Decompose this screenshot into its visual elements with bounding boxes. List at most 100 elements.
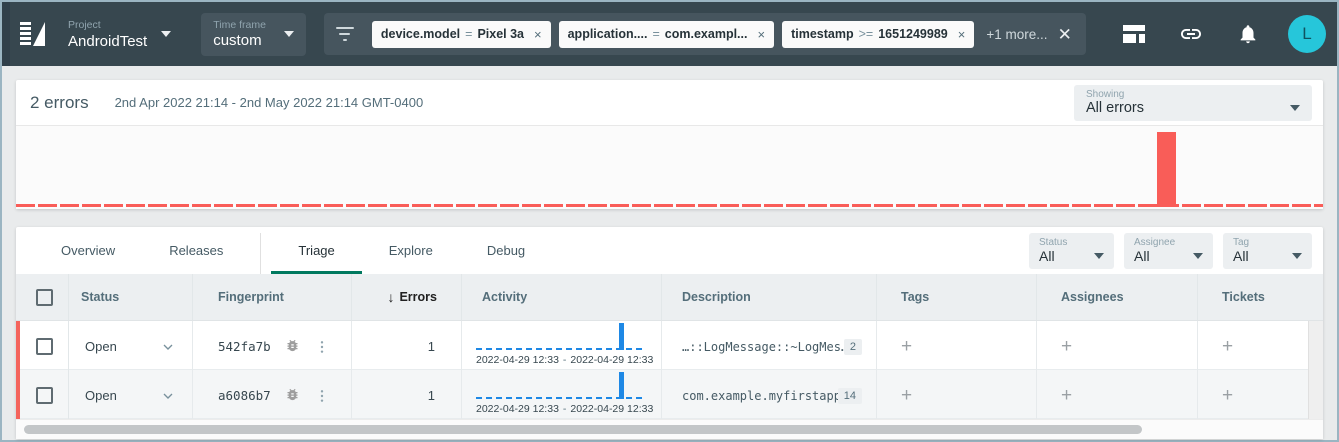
- col-header-description[interactable]: Description: [662, 274, 877, 320]
- tab-debug[interactable]: Debug: [460, 227, 552, 274]
- chip-remove-icon[interactable]: ×: [958, 27, 966, 42]
- chip-operator: =: [465, 27, 472, 41]
- fingerprint-value[interactable]: a6086b7: [218, 388, 271, 403]
- errors-summary-header: 2 errors 2nd Apr 2022 21:14 - 2nd May 20…: [16, 80, 1323, 126]
- link-icon[interactable]: [1179, 22, 1203, 46]
- notifications-bell-icon[interactable]: [1236, 22, 1260, 46]
- status-cell[interactable]: Open: [69, 370, 193, 421]
- assignees-cell: +: [1037, 321, 1198, 372]
- clear-filters-icon[interactable]: ✕: [1058, 26, 1072, 43]
- chevron-down-icon[interactable]: [160, 339, 176, 355]
- timeframe-label: Time frame: [213, 19, 266, 31]
- row-checkbox[interactable]: [36, 338, 53, 355]
- tab-triage[interactable]: Triage: [271, 227, 361, 274]
- bug-icon[interactable]: [285, 338, 300, 356]
- col-header-errors[interactable]: ↓ Errors: [352, 274, 462, 320]
- status-filter-dropdown[interactable]: Status All: [1029, 233, 1114, 269]
- col-header-tags[interactable]: Tags: [877, 274, 1037, 320]
- chip-remove-icon[interactable]: ×: [757, 27, 765, 42]
- chart-spike-bar[interactable]: [1157, 132, 1176, 207]
- horizontal-scrollbar-track[interactable]: [16, 419, 1323, 439]
- col-header-errors-label: Errors: [399, 290, 437, 304]
- bug-icon[interactable]: [285, 387, 300, 405]
- table-header-row: Status Fingerprint ↓ Errors Activity Des…: [16, 274, 1323, 321]
- col-header-tickets[interactable]: Tickets: [1198, 274, 1323, 320]
- error-count: 2 errors: [30, 93, 89, 113]
- vertical-scrollbar-track[interactable]: [1308, 321, 1323, 419]
- activity-start: 2022-04-29 12:33: [476, 354, 559, 366]
- activity-separator: -: [563, 354, 567, 366]
- showing-dropdown[interactable]: Showing All errors: [1074, 85, 1312, 121]
- sparkline-spike-bar: [619, 323, 624, 350]
- sparkline-baseline: [476, 348, 642, 350]
- filter-chip-device-model[interactable]: device.model = Pixel 3a ×: [372, 21, 551, 48]
- activity-sparkline: [476, 370, 642, 400]
- horizontal-scrollbar-thumb[interactable]: [24, 425, 1142, 434]
- row-checkbox[interactable]: [36, 387, 53, 404]
- tickets-cell: +: [1198, 321, 1323, 372]
- showing-label: Showing: [1086, 89, 1300, 100]
- chevron-down-icon[interactable]: [160, 388, 176, 404]
- col-header-activity[interactable]: Activity: [462, 274, 662, 320]
- more-filters-text[interactable]: +1 more...: [986, 27, 1047, 42]
- description-cell[interactable]: com.example.myfirstapp… 14: [662, 370, 877, 421]
- add-assignee-icon[interactable]: +: [1061, 337, 1072, 356]
- add-tag-icon[interactable]: +: [901, 386, 912, 405]
- tab-overview[interactable]: Overview: [34, 227, 142, 274]
- errors-count-cell: 1: [352, 321, 462, 372]
- status-filter-label: Status: [1039, 237, 1104, 248]
- tag-filter-value: All: [1233, 248, 1249, 264]
- user-avatar[interactable]: L: [1288, 15, 1326, 53]
- row-select-cell: [20, 321, 69, 372]
- chevron-down-icon: [161, 31, 171, 37]
- tab-releases[interactable]: Releases: [142, 227, 250, 274]
- timeframe-selector[interactable]: Time frame custom: [201, 13, 306, 56]
- chip-operator: =: [652, 27, 659, 41]
- table-row[interactable]: Open 542fa7b 1: [16, 321, 1323, 370]
- chip-key: application....: [568, 27, 648, 41]
- status-value: Open: [85, 388, 117, 403]
- filter-icon[interactable]: [334, 27, 356, 41]
- status-value: Open: [85, 339, 117, 354]
- filter-chip-application[interactable]: application.... = com.exampl... ×: [559, 21, 774, 48]
- fingerprint-cell: 542fa7b: [193, 321, 352, 372]
- project-label: Project: [68, 19, 147, 31]
- activity-date-range: 2022-04-29 12:33-2022-04-29 12:33: [476, 403, 653, 415]
- add-tag-icon[interactable]: +: [901, 337, 912, 356]
- chip-value: 1651249989: [878, 27, 948, 41]
- chevron-down-icon: [1094, 253, 1104, 259]
- errors-timeline-chart[interactable]: [16, 126, 1323, 209]
- select-all-checkbox[interactable]: [36, 289, 53, 306]
- chip-value: Pixel 3a: [477, 27, 524, 41]
- tab-divider: [260, 233, 261, 274]
- add-ticket-icon[interactable]: +: [1222, 386, 1233, 405]
- tab-explore[interactable]: Explore: [362, 227, 460, 274]
- dashboard-icon[interactable]: [1122, 22, 1146, 46]
- assignee-filter-label: Assignee: [1134, 237, 1203, 248]
- assignee-filter-dropdown[interactable]: Assignee All: [1124, 233, 1213, 269]
- filter-chip-timestamp[interactable]: timestamp >= 1651249989 ×: [782, 21, 974, 48]
- chevron-down-icon: [1193, 253, 1203, 259]
- col-header-assignees[interactable]: Assignees: [1037, 274, 1198, 320]
- errors-table: Status Fingerprint ↓ Errors Activity Des…: [16, 274, 1323, 419]
- chip-remove-icon[interactable]: ×: [534, 27, 542, 42]
- filter-bar: device.model = Pixel 3a × application...…: [324, 13, 1086, 55]
- sparkline-baseline: [476, 397, 642, 399]
- chip-operator: >=: [859, 27, 874, 41]
- events-count-badge: 2: [844, 339, 862, 355]
- fingerprint-value[interactable]: 542fa7b: [218, 339, 271, 354]
- col-header-fingerprint[interactable]: Fingerprint: [193, 274, 352, 320]
- select-all-cell: [20, 274, 69, 320]
- table-row[interactable]: Open a6086b7 1: [16, 370, 1323, 419]
- tag-filter-dropdown[interactable]: Tag All: [1223, 233, 1312, 269]
- row-menu-icon[interactable]: [314, 388, 330, 404]
- description-cell[interactable]: …::LogMessage::~LogMes… 2: [662, 321, 877, 372]
- add-ticket-icon[interactable]: +: [1222, 337, 1233, 356]
- status-cell[interactable]: Open: [69, 321, 193, 372]
- activity-date-range: 2022-04-29 12:33-2022-04-29 12:33: [476, 354, 653, 366]
- col-header-status[interactable]: Status: [69, 274, 193, 320]
- row-menu-icon[interactable]: [314, 339, 330, 355]
- project-selector[interactable]: Project AndroidTest: [68, 19, 171, 50]
- date-range: 2nd Apr 2022 21:14 - 2nd May 2022 21:14 …: [115, 95, 424, 110]
- add-assignee-icon[interactable]: +: [1061, 386, 1072, 405]
